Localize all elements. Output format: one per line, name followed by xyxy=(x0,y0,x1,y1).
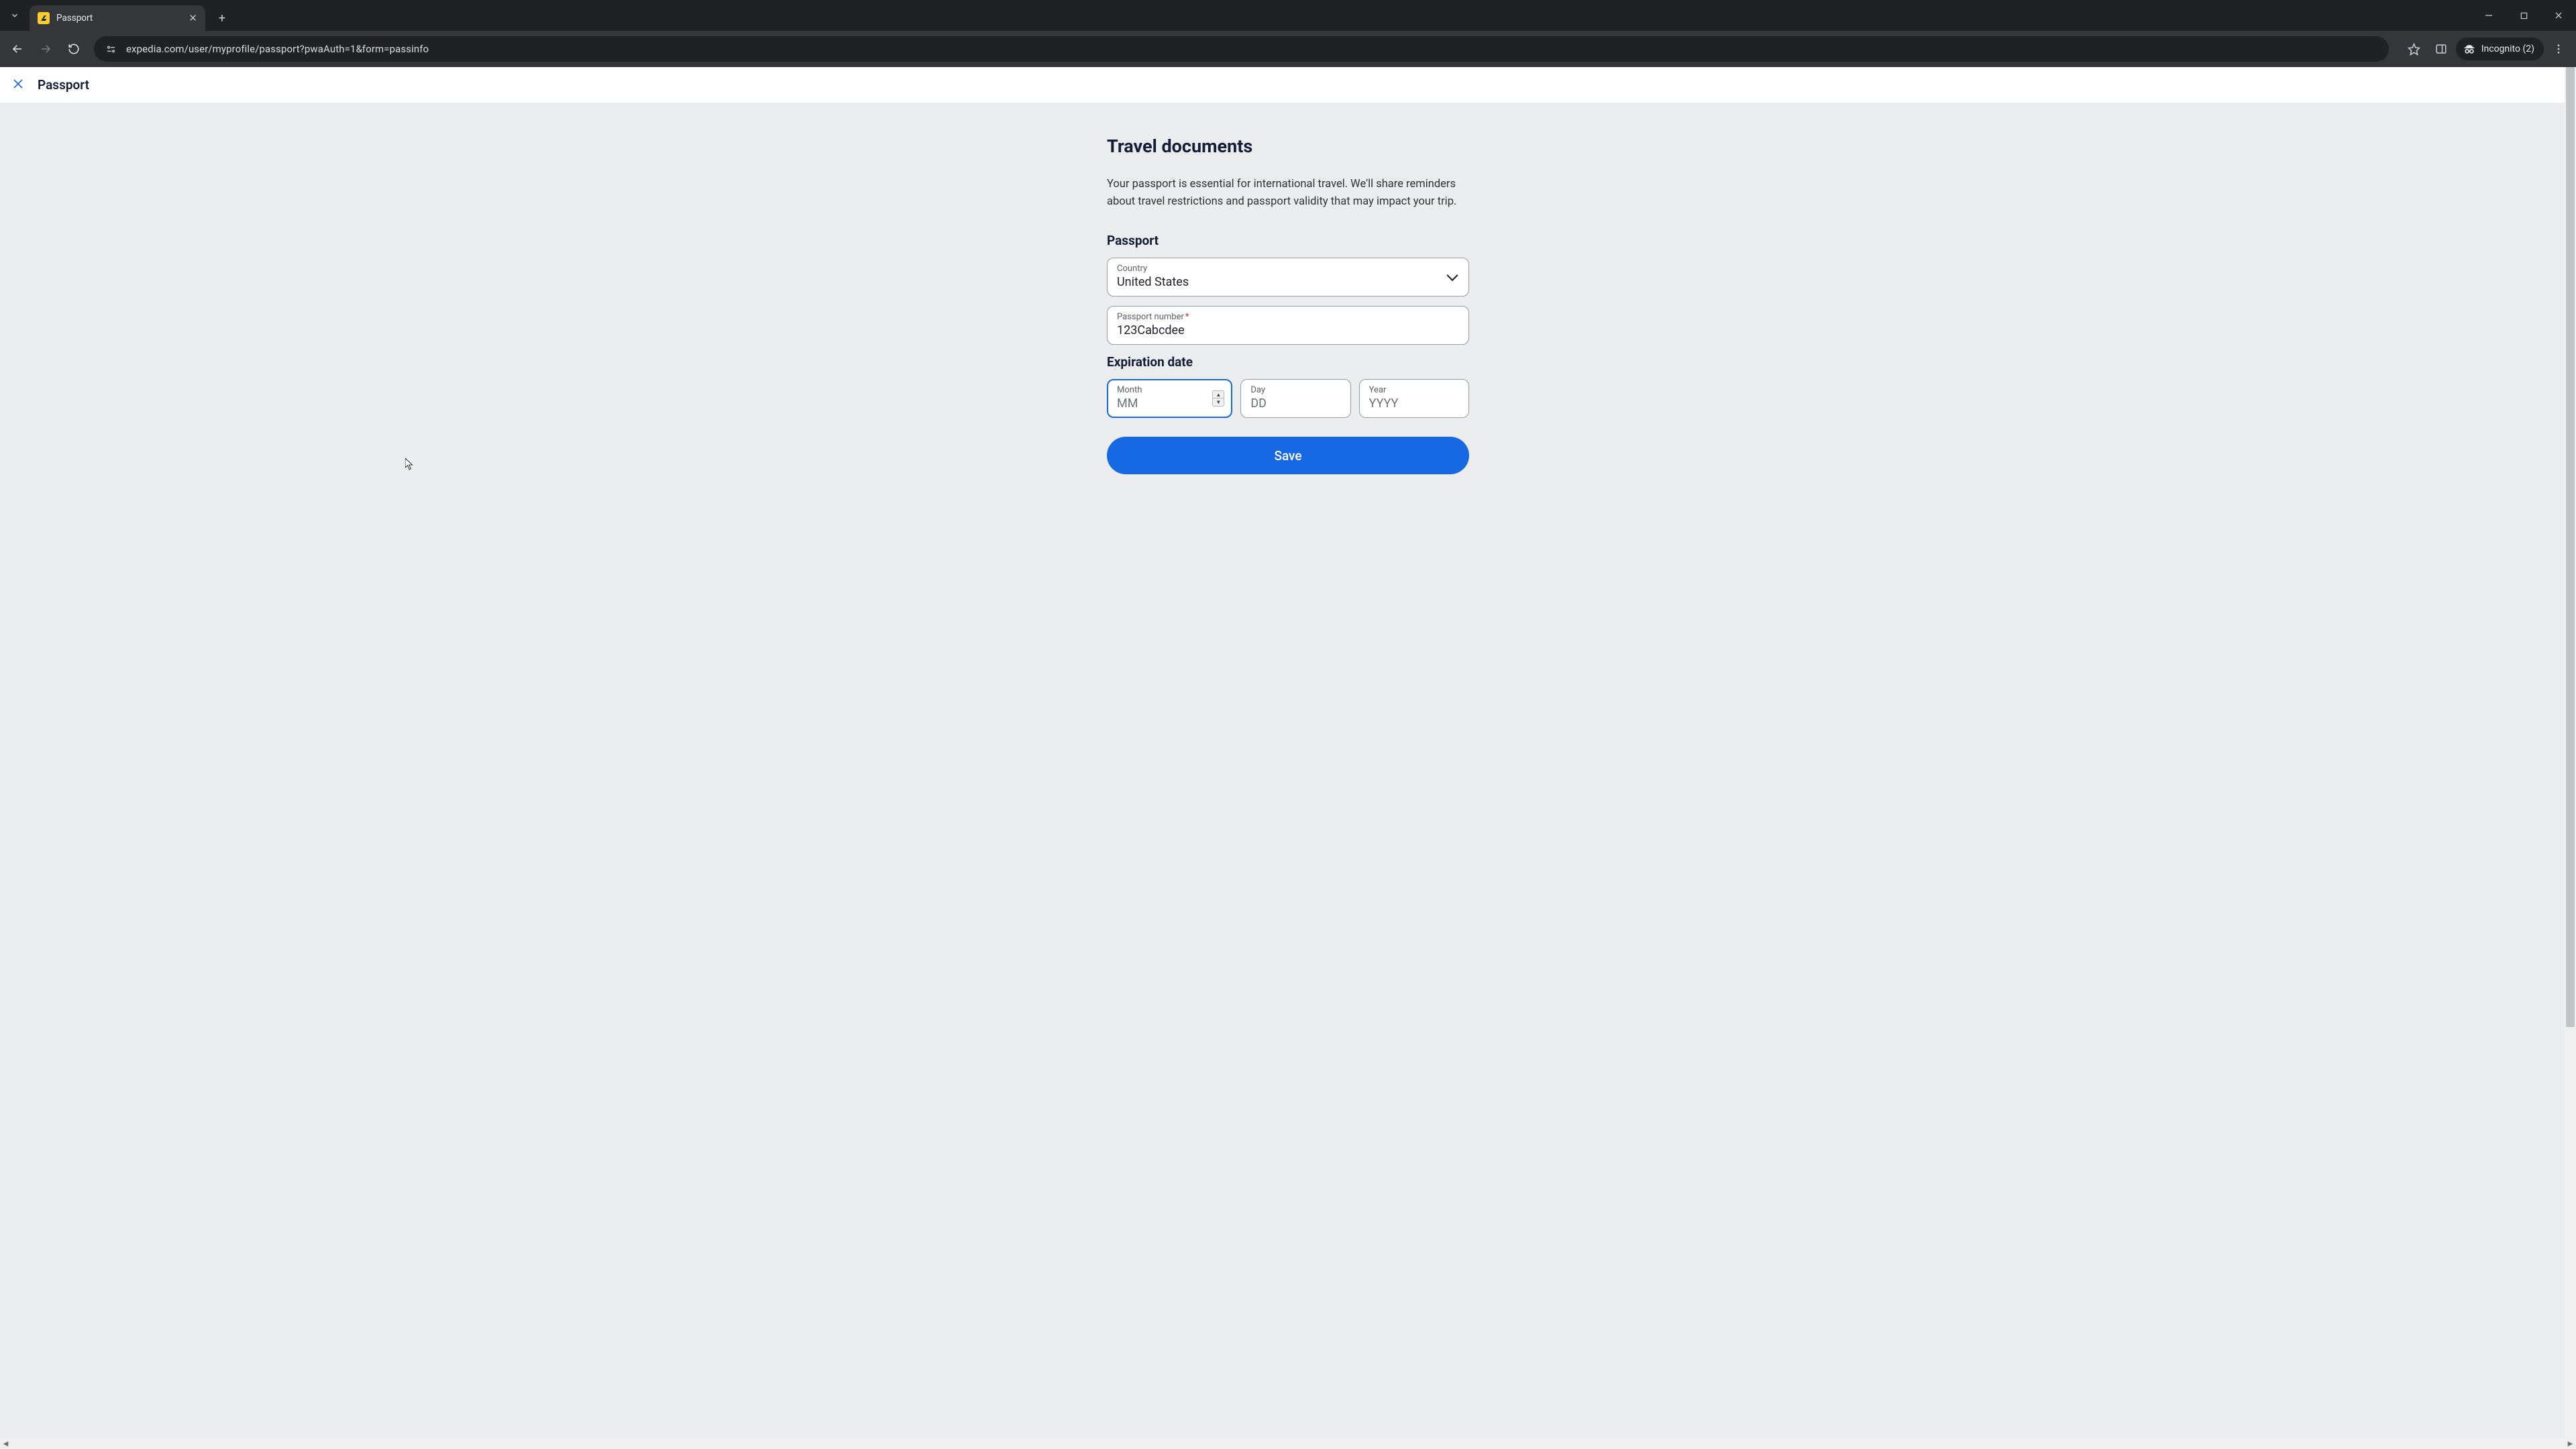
incognito-label: Incognito (2) xyxy=(2481,44,2534,54)
window-maximize-button[interactable] xyxy=(2506,0,2541,31)
year-label: Year xyxy=(1369,385,1459,395)
page-description: Your passport is essential for internati… xyxy=(1107,176,1469,210)
browser-titlebar: Passport ✕ + xyxy=(0,0,2576,31)
expedia-favicon-icon xyxy=(38,12,50,24)
page-viewport: Passport Travel documents Your passport … xyxy=(0,67,2576,1438)
incognito-icon xyxy=(2463,42,2476,56)
horizontal-scrollbar[interactable]: ◀ ▶ xyxy=(0,1438,2576,1449)
tab-close-icon[interactable]: ✕ xyxy=(189,13,197,23)
site-settings-icon[interactable] xyxy=(103,42,118,56)
expiration-day-input[interactable] xyxy=(1250,396,1340,411)
hscroll-left-arrow-icon[interactable]: ◀ xyxy=(0,1438,11,1449)
browser-tab-active[interactable]: Passport ✕ xyxy=(30,5,205,31)
window-close-button[interactable] xyxy=(2541,0,2576,31)
page-title: Travel documents xyxy=(1107,136,1469,157)
save-button[interactable]: Save xyxy=(1107,437,1469,474)
address-bar[interactable]: expedia.com/user/myprofile/passport?pwaA… xyxy=(94,36,2389,62)
passport-number-field[interactable]: Passport number* xyxy=(1107,306,1469,345)
expiration-month-field[interactable]: Month ▲ ▼ xyxy=(1107,379,1232,418)
section-title-passport: Passport xyxy=(1107,233,1469,248)
section-title-expiration: Expiration date xyxy=(1107,354,1469,370)
browser-menu-icon[interactable] xyxy=(2546,37,2571,61)
required-asterisk: * xyxy=(1185,312,1189,322)
hscroll-right-arrow-icon[interactable]: ▶ xyxy=(2565,1438,2576,1449)
spinner-down-icon[interactable]: ▼ xyxy=(1213,398,1224,406)
passport-number-label: Passport number* xyxy=(1117,312,1459,322)
expiration-month-input[interactable] xyxy=(1117,396,1207,411)
bookmark-star-icon[interactable] xyxy=(2402,37,2426,61)
month-label: Month xyxy=(1117,385,1207,395)
window-minimize-button[interactable] xyxy=(2471,0,2506,31)
browser-toolbar: expedia.com/user/myprofile/passport?pwaA… xyxy=(0,31,2576,67)
tab-search-dropdown[interactable] xyxy=(0,0,30,31)
day-label: Day xyxy=(1250,385,1340,395)
page-close-icon[interactable] xyxy=(12,77,24,93)
page-header-title: Passport xyxy=(38,77,89,93)
country-label: Country xyxy=(1117,264,1459,274)
expiration-year-field[interactable]: Year xyxy=(1359,379,1469,418)
expiration-day-field[interactable]: Day xyxy=(1240,379,1350,418)
window-controls xyxy=(2471,0,2576,31)
tab-title: Passport xyxy=(56,13,93,23)
number-spinner[interactable]: ▲ ▼ xyxy=(1212,390,1224,407)
address-bar-url: expedia.com/user/myprofile/passport?pwaA… xyxy=(126,43,429,55)
country-select[interactable]: Country United States xyxy=(1107,258,1469,297)
nav-forward-button[interactable] xyxy=(34,37,58,61)
country-value: United States xyxy=(1117,275,1459,289)
expiration-year-input[interactable] xyxy=(1369,396,1459,411)
nav-reload-button[interactable] xyxy=(62,37,86,61)
new-tab-button[interactable]: + xyxy=(212,8,232,28)
passport-form: Travel documents Your passport is essent… xyxy=(1107,136,1469,474)
spinner-up-icon[interactable]: ▲ xyxy=(1213,391,1224,398)
vertical-scrollbar[interactable] xyxy=(2565,67,2576,1438)
nav-back-button[interactable] xyxy=(5,37,30,61)
page-header-bar: Passport xyxy=(0,67,2576,103)
incognito-indicator[interactable]: Incognito (2) xyxy=(2456,38,2544,60)
passport-number-input[interactable] xyxy=(1117,323,1459,337)
vertical-scrollbar-thumb[interactable] xyxy=(2566,67,2575,1027)
side-panel-icon[interactable] xyxy=(2429,37,2453,61)
